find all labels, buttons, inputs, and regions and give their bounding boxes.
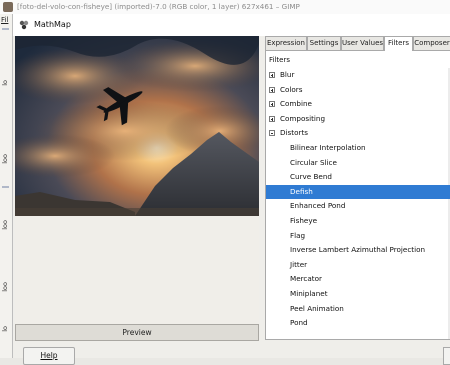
tree-filter-item[interactable]: Enhanced Pond <box>266 199 450 214</box>
tree-category[interactable]: Blur <box>266 68 450 83</box>
gimp-ruler-mark <box>2 28 9 30</box>
airplane-sunset-photo <box>15 36 259 216</box>
tree-item-label: Inverse Lambert Azimuthal Projection <box>290 245 426 255</box>
tab-expression[interactable]: Expression <box>265 36 307 50</box>
expand-icon[interactable] <box>269 101 275 108</box>
tab-filters[interactable]: Filters <box>384 36 413 51</box>
dialog-body: Preview Expression Settings User Values … <box>13 36 450 365</box>
tree-item-label: Fisheye <box>290 216 318 225</box>
help-button[interactable]: Help <box>23 347 75 365</box>
gimp-strip-label: loo <box>1 220 9 230</box>
tree-item-label: Blur <box>280 70 295 79</box>
tree-item-label: Jitter <box>290 259 308 269</box>
gimp-title-bar: [foto-del-volo-con-fisheye] (imported)-7… <box>0 0 450 15</box>
collapse-icon[interactable] <box>269 130 275 137</box>
preview-button[interactable]: Preview <box>15 324 259 341</box>
filters-tree-header: Filters <box>269 56 290 64</box>
filters-tree[interactable]: Blur Colors Combine Compositing Distorts Bili… <box>266 68 450 339</box>
tree-item-label: Colors <box>280 84 303 94</box>
tab-settings[interactable]: Settings <box>307 36 341 50</box>
gimp-strip-label: loo <box>1 154 9 164</box>
tree-filter-item[interactable]: Curve Bend <box>266 170 450 185</box>
tree-category[interactable]: Combine <box>266 97 450 112</box>
tree-filter-item[interactable]: Mercator <box>266 272 450 287</box>
tree-filter-item[interactable]: Fisheye <box>266 214 450 229</box>
tree-item-label: Mercator <box>290 274 322 284</box>
tree-filter-item[interactable]: Circular Slice <box>266 156 450 171</box>
tree-item-label: Enhanced Pond <box>290 201 346 211</box>
preview-image <box>15 36 259 216</box>
gimp-ruler-mark <box>2 186 9 188</box>
dialog-title: MathMap <box>34 20 71 29</box>
tree-item-label: Miniplanet <box>290 289 328 298</box>
gimp-app-icon <box>3 2 13 12</box>
filters-panel: Filters Blur Colors Combine Compositing Dist… <box>265 50 450 340</box>
tree-item-label: Distorts <box>280 128 309 138</box>
tree-filter-item[interactable]: Pond <box>266 316 450 331</box>
gimp-file-menu[interactable]: Fil <box>1 16 8 24</box>
tree-item-label: Combine <box>280 99 312 109</box>
expand-icon[interactable] <box>269 86 275 93</box>
tree-item-label: Defish <box>290 186 313 196</box>
expand-icon[interactable] <box>269 115 275 122</box>
tree-item-label: Peel Animation <box>290 303 344 313</box>
gimp-strip-label: loo <box>1 282 9 292</box>
tree-item-label: Circular Slice <box>290 157 337 167</box>
preview-area <box>15 36 259 325</box>
tree-category[interactable]: Colors <box>266 83 450 98</box>
tree-category[interactable]: Compositing <box>266 112 450 127</box>
tree-filter-item[interactable]: Bilinear Interpolation <box>266 141 450 156</box>
tree-item-label: Flag <box>290 230 306 240</box>
tab-composer[interactable]: Composer <box>413 36 450 50</box>
gimp-strip-label: lo <box>1 326 9 332</box>
tree-filter-item[interactable]: Miniplanet <box>266 287 450 302</box>
tree-category[interactable]: Distorts <box>266 126 450 141</box>
tree-filter-item[interactable]: Jitter <box>266 258 450 273</box>
mathmap-app-icon <box>19 20 29 30</box>
tree-item-label: Compositing <box>280 113 326 123</box>
gimp-window-title: [foto-del-volo-con-fisheye] (imported)-7… <box>17 2 300 11</box>
mathmap-dialog: MathMap Preview Expression Settings User… <box>12 14 450 365</box>
tree-filter-item[interactable]: Flag <box>266 229 450 244</box>
tree-item-label: Pond <box>290 318 308 328</box>
notebook-tabs: Expression Settings User Values Filters … <box>265 36 450 51</box>
gimp-strip-label: lo <box>1 80 9 86</box>
tree-filter-item[interactable]: Defish <box>266 184 450 200</box>
tree-filter-item[interactable]: Peel Animation <box>266 302 450 317</box>
tab-user-values[interactable]: User Values <box>341 36 384 50</box>
tree-item-label: Curve Bend <box>290 172 332 182</box>
expand-icon[interactable] <box>269 72 275 78</box>
partial-button[interactable] <box>443 347 450 365</box>
tree-filter-item[interactable]: Inverse Lambert Azimuthal Projection <box>266 243 450 258</box>
tree-item-label: Bilinear Interpolation <box>290 143 366 152</box>
dialog-title-bar: MathMap <box>13 14 450 36</box>
